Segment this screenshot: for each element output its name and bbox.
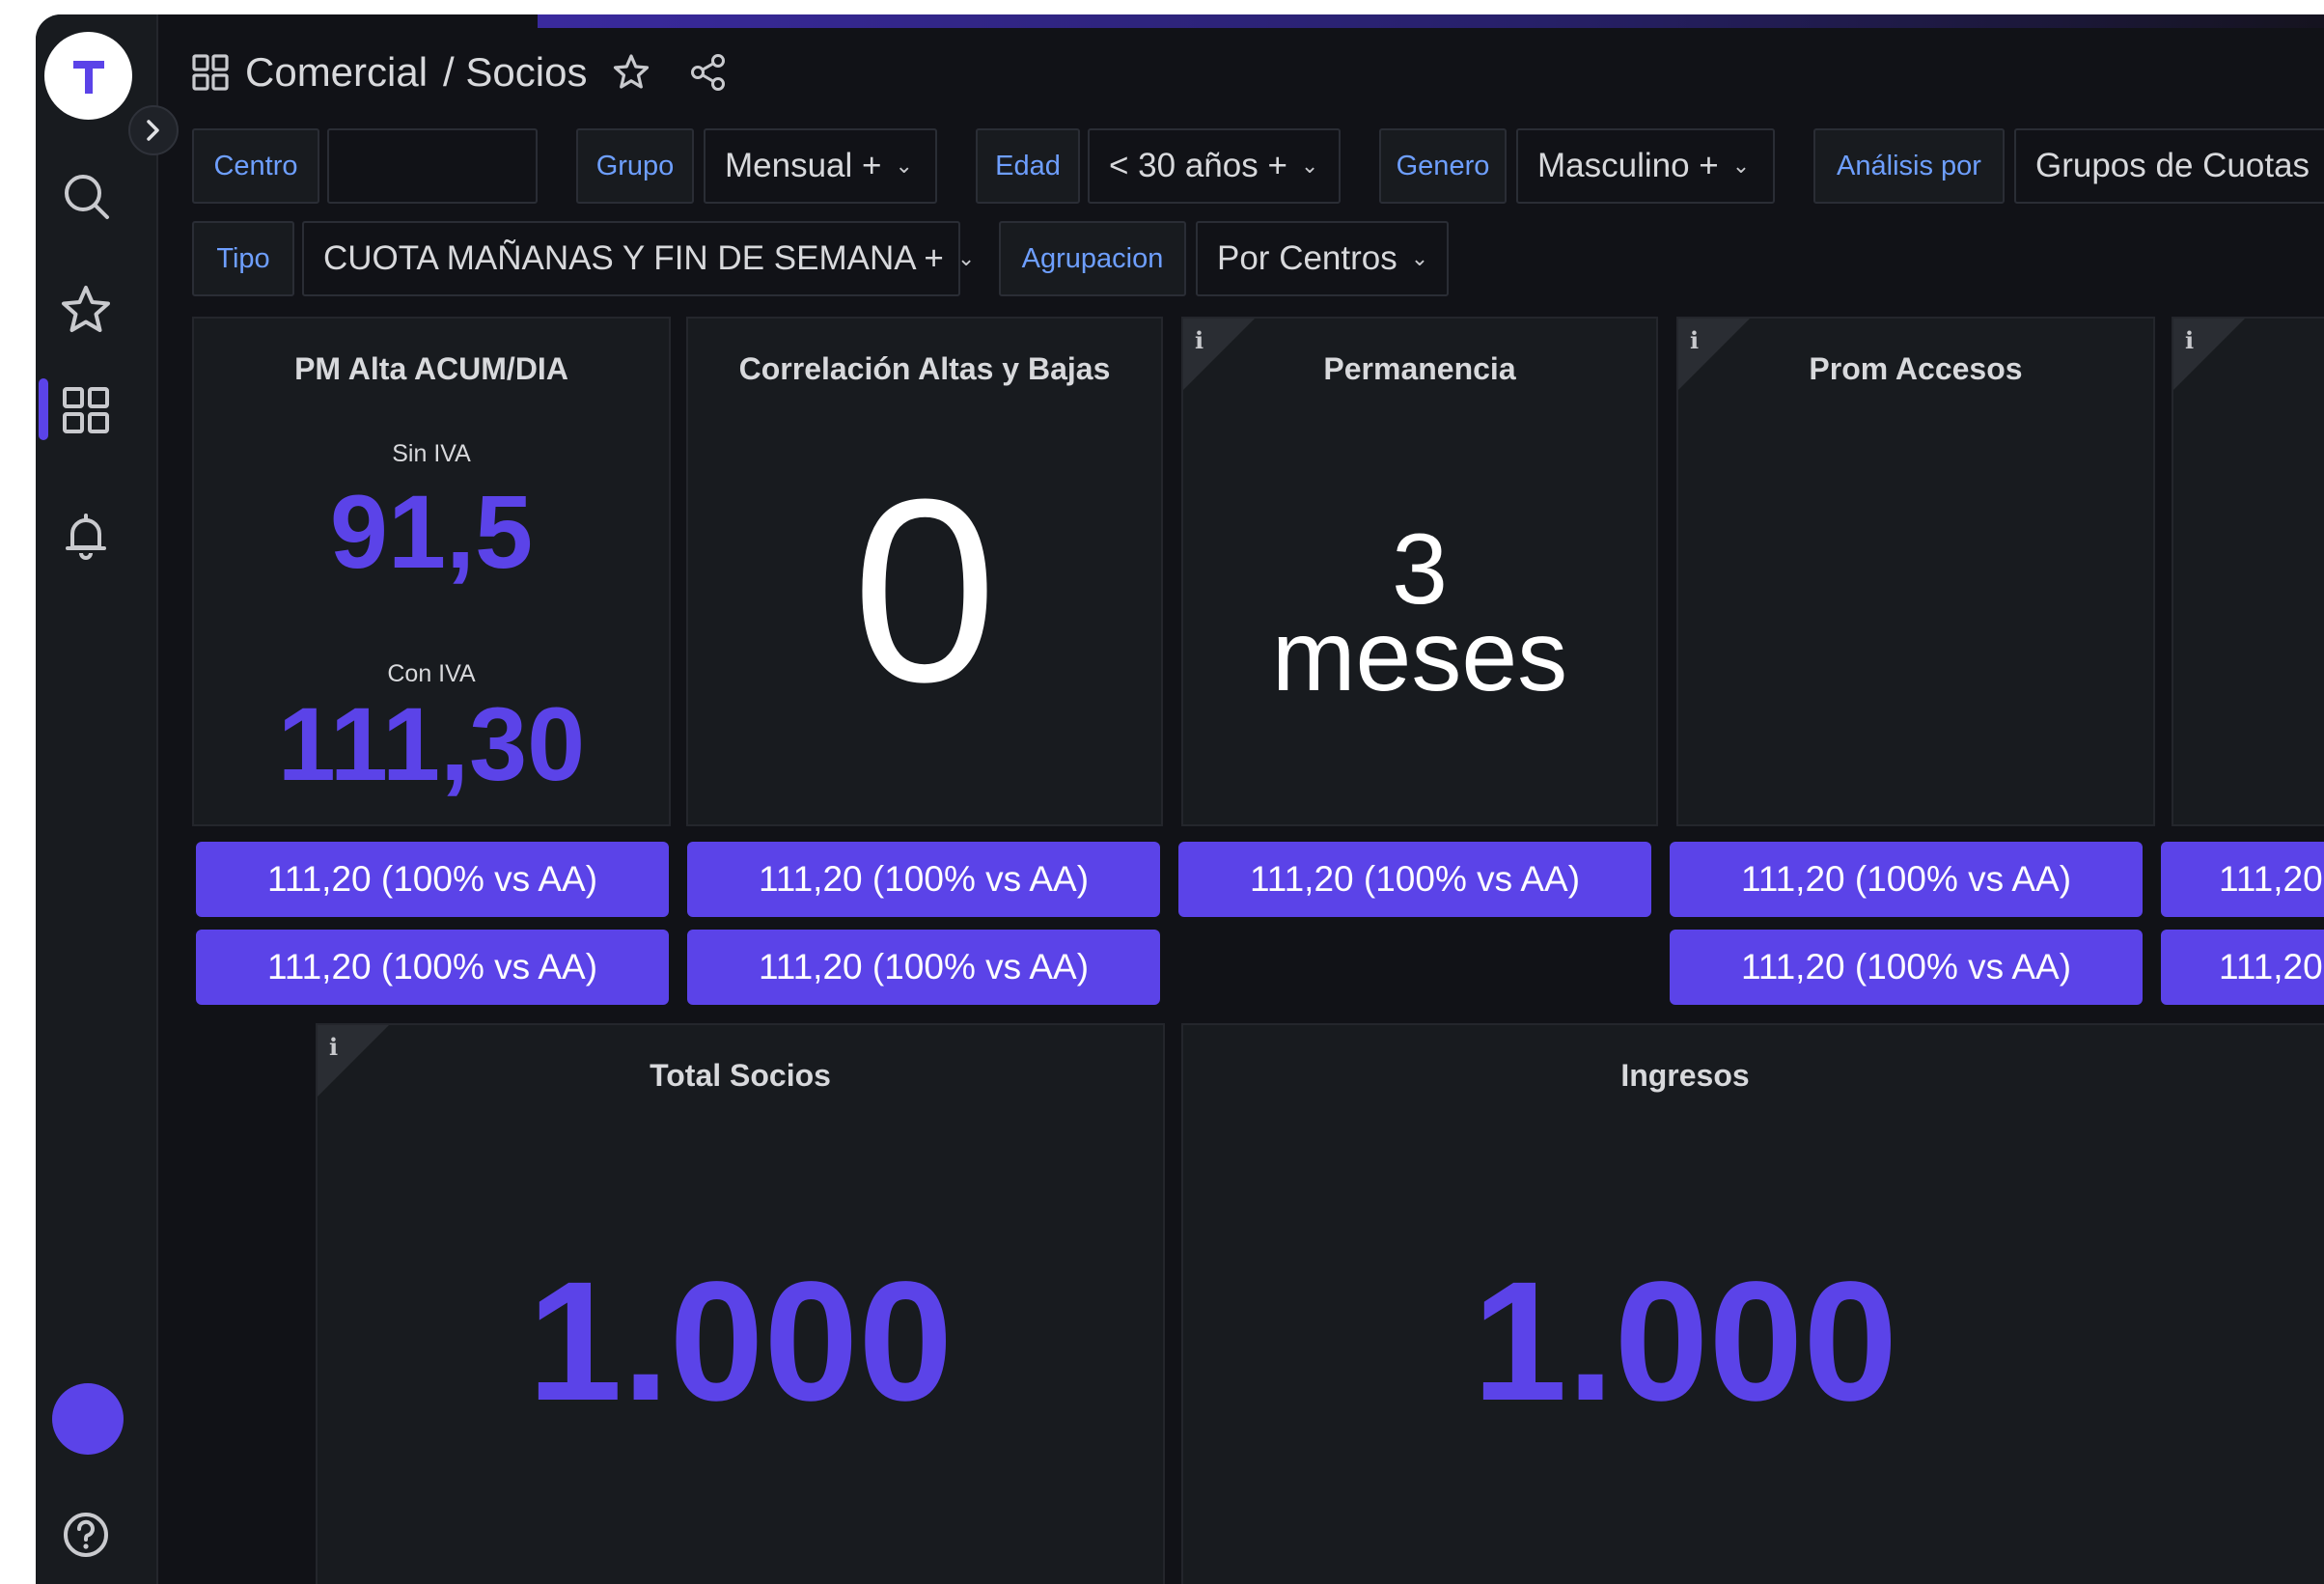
- chevron-down-icon: ⌄: [1731, 153, 1751, 178]
- panel-title: PM Alta ACUM/DIA: [294, 351, 568, 386]
- permanencia-unit: meses: [1271, 600, 1568, 712]
- edad-select-value: < 30 años +: [1109, 147, 1287, 184]
- info-icon[interactable]: i: [1195, 326, 1204, 354]
- search-icon[interactable]: [59, 169, 113, 223]
- chevron-down-icon: ⌄: [1300, 153, 1319, 178]
- active-nav-indicator: [39, 378, 48, 440]
- info-icon[interactable]: i: [2185, 326, 2194, 354]
- share-icon[interactable]: [689, 53, 728, 92]
- comparison-pill[interactable]: 111,20: [2161, 930, 2324, 1005]
- filter-label-agrupacion: Agrupacion: [999, 221, 1186, 296]
- chevron-down-icon: ⌄: [895, 153, 913, 178]
- panel-correlacion[interactable]: Correlación Altas y Bajas 0: [686, 317, 1163, 826]
- genero-select[interactable]: Masculino + ⌄: [1516, 128, 1775, 204]
- filter-label-genero: Genero: [1379, 128, 1507, 204]
- tipo-select-value: CUOTA MAÑANAS Y FIN DE SEMANA +: [323, 239, 944, 277]
- panel-clipped[interactable]: i: [2172, 317, 2324, 826]
- panel-title: Total Socios: [650, 1058, 831, 1093]
- star-icon[interactable]: [59, 283, 113, 337]
- chevron-down-icon: ⌄: [956, 246, 976, 270]
- dashboards-icon[interactable]: [59, 383, 113, 437]
- panel-title: Prom Accesos: [1809, 351, 2023, 386]
- info-icon[interactable]: i: [329, 1033, 338, 1061]
- con-iva-value: 111,30: [277, 685, 586, 802]
- comparison-pill[interactable]: 111,20: [2161, 842, 2324, 917]
- comparison-pill[interactable]: 111,20 (100% vs AA): [687, 842, 1160, 917]
- chevron-down-icon: ⌄: [1410, 246, 1429, 270]
- page-header: Comercial / Socios: [191, 34, 728, 111]
- edad-select[interactable]: < 30 años + ⌄: [1088, 128, 1341, 204]
- filter-label-tipo: Tipo: [192, 221, 294, 296]
- grupo-select-value: Mensual +: [725, 147, 882, 184]
- dashboard-grid-icon: [192, 54, 229, 91]
- comparison-pill[interactable]: 111,20 (100% vs AA): [196, 930, 669, 1005]
- agrupacion-select-value: Por Centros: [1217, 239, 1397, 277]
- star-icon[interactable]: [612, 53, 650, 92]
- panel-prom-accesos[interactable]: i Prom Accesos: [1676, 317, 2155, 826]
- ingresos-value: 1.000: [1472, 1247, 1898, 1436]
- help-icon[interactable]: [59, 1508, 113, 1562]
- filter-label-analisis: Análisis por: [1813, 128, 2005, 204]
- panel-title: Ingresos: [1620, 1058, 1750, 1093]
- correlacion-value: 0: [851, 446, 998, 736]
- bell-icon[interactable]: [59, 509, 113, 563]
- sin-iva-value: 91,5: [329, 473, 534, 590]
- filter-label-centro: Centro: [192, 128, 319, 204]
- dashboard-window: Comercial / Socios Centro Grupo Mensual …: [36, 14, 2324, 1584]
- top-accent-bar: [538, 14, 2324, 28]
- comparison-pill[interactable]: 111,20 (100% vs AA): [196, 842, 669, 917]
- comparison-pill[interactable]: 111,20 (100% vs AA): [1670, 842, 2143, 917]
- analisis-select[interactable]: Grupos de Cuotas⌄: [2014, 128, 2324, 204]
- info-icon[interactable]: i: [1690, 326, 1699, 354]
- app-logo[interactable]: [44, 32, 132, 120]
- sidebar: [36, 14, 158, 1584]
- sin-iva-label: Sin IVA: [392, 440, 471, 467]
- panel-title: Correlación Altas y Bajas: [738, 351, 1111, 386]
- panel-title: Permanencia: [1323, 351, 1516, 386]
- panel-total-socios[interactable]: i Total Socios 1.000: [316, 1023, 1165, 1584]
- centro-input[interactable]: [327, 128, 538, 204]
- comparison-pill[interactable]: 111,20 (100% vs AA): [687, 930, 1160, 1005]
- genero-select-value: Masculino +: [1537, 147, 1719, 184]
- expand-sidebar-button[interactable]: [128, 105, 179, 155]
- panel-pm-alta[interactable]: PM Alta ACUM/DIA Sin IVA 91,5 Con IVA 11…: [192, 317, 671, 826]
- comparison-pill[interactable]: 111,20 (100% vs AA): [1670, 930, 2143, 1005]
- agrupacion-select[interactable]: Por Centros ⌄: [1196, 221, 1449, 296]
- breadcrumb-section[interactable]: Comercial: [245, 49, 428, 96]
- grupo-select[interactable]: Mensual + ⌄: [704, 128, 937, 204]
- comparison-pill[interactable]: 111,20 (100% vs AA): [1178, 842, 1651, 917]
- panel-permanencia[interactable]: i Permanencia 3 meses: [1181, 317, 1658, 826]
- user-avatar[interactable]: [52, 1383, 124, 1455]
- analisis-select-value: Grupos de Cuotas: [2035, 147, 2310, 184]
- filter-label-grupo: Grupo: [576, 128, 694, 204]
- tipo-select[interactable]: CUOTA MAÑANAS Y FIN DE SEMANA + ⌄: [302, 221, 975, 296]
- panel-ingresos[interactable]: Ingresos 1.000: [1181, 1023, 2324, 1584]
- filter-label-edad: Edad: [976, 128, 1080, 204]
- logo-t-icon: [73, 61, 104, 94]
- total-socios-value: 1.000: [527, 1247, 954, 1436]
- page-title: / Socios: [443, 49, 588, 95]
- chevron-right-icon: [147, 120, 159, 141]
